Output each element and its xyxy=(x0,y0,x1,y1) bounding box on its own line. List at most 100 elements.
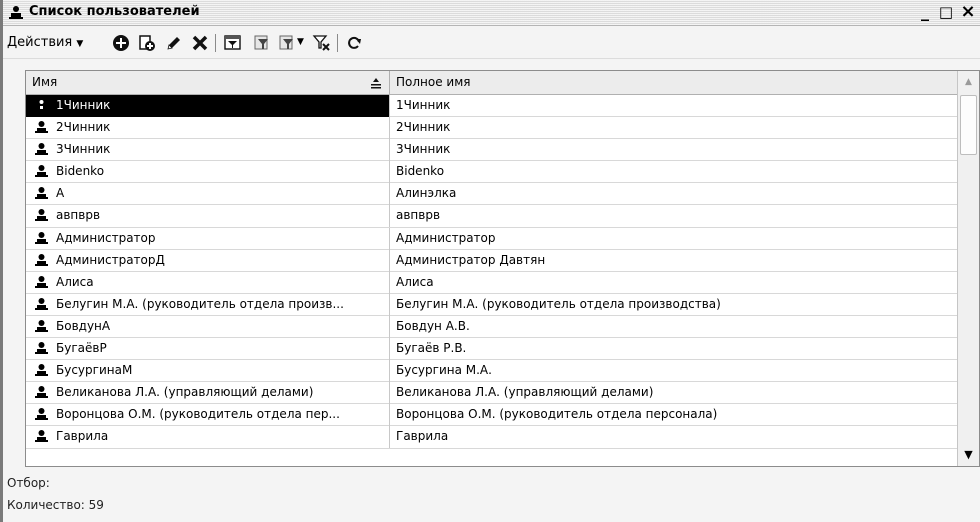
table-row[interactable]: Белугин М.А. (руководитель отдела произв… xyxy=(26,293,957,316)
filter-history-icon[interactable] xyxy=(278,33,298,53)
filter-by-value-icon[interactable] xyxy=(252,33,272,53)
user-icon xyxy=(35,408,48,421)
column-header-full-name[interactable]: Полное имя xyxy=(390,71,957,95)
table-row[interactable]: АдминистраторД Администратор Давтян xyxy=(26,249,957,272)
toolbar-separator xyxy=(215,34,216,52)
minimize-button[interactable]: _ xyxy=(915,2,935,22)
delete-icon[interactable] xyxy=(190,33,210,53)
scroll-up-button[interactable]: ▲ xyxy=(958,71,979,93)
edit-icon[interactable] xyxy=(164,33,184,53)
cell-name[interactable]: авпврв xyxy=(26,205,390,228)
cell-name[interactable]: БугаёвР xyxy=(26,338,390,361)
cell-text: БусургинаМ xyxy=(56,363,133,378)
table-row[interactable]: 3Чинник 3Чинник xyxy=(26,139,957,162)
cell-text: БовдунА xyxy=(56,318,111,333)
window-title: Список пользователей xyxy=(29,4,200,19)
cell-text: авпврв xyxy=(56,208,101,223)
scroll-down-button[interactable]: ▼ xyxy=(958,444,979,466)
cell-full-name[interactable]: Администратор xyxy=(390,228,957,250)
table-row[interactable]: Гаврила Гаврила xyxy=(26,426,957,449)
title-bar: Список пользователей _ □ × xyxy=(3,0,980,26)
cell-name[interactable]: Bidenko xyxy=(26,161,390,184)
cell-text: Великанова Л.А. (управляющий делами) xyxy=(56,385,314,400)
column-header-name[interactable]: Имя xyxy=(26,71,390,95)
cell-full-name[interactable]: Бусургина М.А. xyxy=(390,360,957,382)
user-icon xyxy=(35,275,48,288)
table-header: Имя Полное имя xyxy=(26,71,957,95)
filter-set-icon[interactable] xyxy=(223,33,243,53)
sort-ascending-icon xyxy=(371,78,381,89)
cell-full-name[interactable]: 3Чинник xyxy=(390,139,957,161)
cell-full-name[interactable]: Бугаёв Р.В. xyxy=(390,338,957,360)
cell-name[interactable]: А xyxy=(26,183,390,206)
user-icon xyxy=(35,121,48,134)
chevron-down-icon: ▼ xyxy=(76,39,84,49)
chevron-down-icon[interactable]: ▼ xyxy=(297,37,304,47)
cell-text: 3Чинник xyxy=(56,142,111,157)
cell-name[interactable]: БовдунА xyxy=(26,315,390,338)
user-icon xyxy=(35,143,48,156)
maximize-button[interactable]: □ xyxy=(936,2,956,22)
cell-name[interactable]: Администратор xyxy=(26,227,390,250)
column-header-label: Имя xyxy=(32,75,58,89)
cell-name[interactable]: Великанова Л.А. (управляющий делами) xyxy=(26,382,390,405)
cell-full-name[interactable]: Гаврила xyxy=(390,426,957,448)
users-table: Имя Полное имя 1Чинник 1Чинник 2Чинник 2Чин… xyxy=(25,70,980,467)
cell-full-name[interactable]: Белугин М.А. (руководитель отдела произв… xyxy=(390,294,957,316)
table-row[interactable]: Bidenko Bidenko xyxy=(26,161,957,184)
table-row[interactable]: Воронцова О.М. (руководитель отдела пер.… xyxy=(26,404,957,427)
cell-text: Алиса xyxy=(56,274,94,289)
actions-menu-button[interactable]: Действия ▼ xyxy=(7,35,83,50)
cell-name[interactable]: 3Чинник xyxy=(26,139,390,162)
table-row[interactable]: А Алинэлка xyxy=(26,183,957,206)
cell-text: БугаёвР xyxy=(56,341,107,356)
close-button[interactable]: × xyxy=(958,2,978,22)
table-row[interactable]: БусургинаМ Бусургина М.А. xyxy=(26,360,957,383)
vertical-scrollbar[interactable]: ▲ ▼ xyxy=(957,71,979,466)
add-icon[interactable] xyxy=(111,33,131,53)
user-icon xyxy=(35,165,48,178)
filter-clear-icon[interactable] xyxy=(312,33,332,53)
cell-full-name[interactable]: 2Чинник xyxy=(390,117,957,139)
cell-text: Администратор xyxy=(56,230,156,245)
cell-full-name[interactable]: Bidenko xyxy=(390,161,957,183)
table-row[interactable]: БовдунА Бовдун А.В. xyxy=(26,315,957,339)
copy-icon[interactable] xyxy=(137,33,157,53)
cell-text: 2Чинник xyxy=(56,120,111,135)
actions-menu-label: Действия xyxy=(7,35,73,50)
toolbar: Действия ▼ ▼ xyxy=(3,27,980,59)
cell-name[interactable]: Воронцова О.М. (руководитель отдела пер.… xyxy=(26,404,390,427)
cell-full-name[interactable]: 1Чинник xyxy=(390,95,957,117)
filter-status: Отбор: xyxy=(7,476,50,490)
table-row[interactable]: БугаёвР Бугаёв Р.В. xyxy=(26,338,957,361)
cell-full-name[interactable]: Бовдун А.В. xyxy=(390,316,957,338)
cell-name[interactable]: БусургинаМ xyxy=(26,360,390,383)
table-row[interactable]: Алиса Алиса xyxy=(26,271,957,294)
cell-full-name[interactable]: Великанова Л.А. (управляющий делами) xyxy=(390,382,957,404)
cell-name[interactable]: Алиса xyxy=(26,271,390,294)
scrollbar-thumb[interactable] xyxy=(960,95,977,155)
table-row[interactable]: авпврв авпврв xyxy=(26,205,957,228)
cell-full-name[interactable]: Воронцова О.М. (руководитель отдела перс… xyxy=(390,404,957,426)
cell-full-name[interactable]: авпврв xyxy=(390,205,957,227)
user-icon xyxy=(35,386,48,399)
cell-full-name[interactable]: Алинэлка xyxy=(390,183,957,205)
user-icon xyxy=(35,253,48,266)
user-icon xyxy=(39,100,44,109)
users-list-window: Список пользователей _ □ × Действия ▼ ▼ … xyxy=(0,0,980,522)
table-row[interactable]: 1Чинник 1Чинник xyxy=(26,95,957,118)
cell-name[interactable]: 2Чинник xyxy=(26,117,390,140)
cell-full-name[interactable]: Администратор Давтян xyxy=(390,250,957,272)
cell-name[interactable]: Белугин М.А. (руководитель отдела произв… xyxy=(26,293,390,316)
table-row[interactable]: 2Чинник 2Чинник xyxy=(26,117,957,140)
table-row[interactable]: Администратор Администратор xyxy=(26,227,957,250)
cell-text: Воронцова О.М. (руководитель отдела пер.… xyxy=(56,407,340,422)
user-icon xyxy=(35,187,48,200)
table-row[interactable]: Великанова Л.А. (управляющий делами) Вели… xyxy=(26,382,957,405)
cell-text: А xyxy=(56,186,65,201)
refresh-icon[interactable] xyxy=(344,33,364,53)
cell-name[interactable]: 1Чинник xyxy=(26,95,390,117)
cell-name[interactable]: АдминистраторД xyxy=(26,249,390,272)
cell-name[interactable]: Гаврила xyxy=(26,426,390,449)
cell-full-name[interactable]: Алиса xyxy=(390,272,957,294)
